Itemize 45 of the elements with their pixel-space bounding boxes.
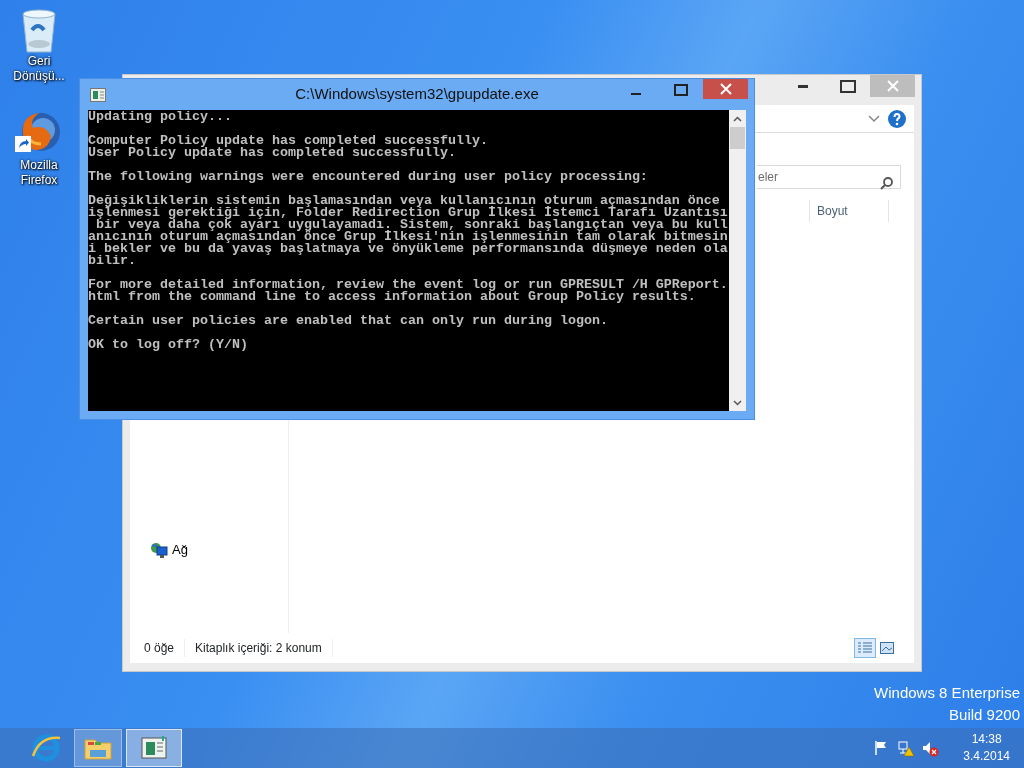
clock-time: 14:38 <box>970 731 1003 748</box>
help-icon[interactable] <box>888 109 906 128</box>
search-icon <box>880 175 894 190</box>
console-line: Değişikliklerin sistemin başlamasından veya kullanıcının oturum açmasından önce <box>88 195 720 207</box>
console-line: The following warnings were encountered during user policy processing: <box>88 171 649 183</box>
search-field[interactable]: eler <box>757 165 901 189</box>
list-icon <box>858 642 872 654</box>
image-icon <box>880 642 894 654</box>
maximize-icon <box>673 84 688 96</box>
icon-label[interactable]: Mozilla Firefox <box>4 158 74 188</box>
console-line: html from the command line to access information about Group Policy results. <box>88 291 696 303</box>
taskbar-button[interactable] <box>126 729 182 767</box>
window-title: C:\Windows\system32\gpupdate.exe <box>294 84 540 105</box>
console-line: işlenmesi gerektiği için, Folder Redirection Grup İlkesi İstemci Tarafı Uzantısı <box>88 207 728 219</box>
status-text: 0 öğe <box>144 639 186 657</box>
close-button[interactable] <box>703 79 748 99</box>
e-logo-icon <box>30 732 62 764</box>
console-line: User Policy update has completed successfully. <box>88 147 456 159</box>
close-icon <box>886 80 899 92</box>
minimize-icon <box>797 84 808 88</box>
console-line: i bekler ve bu da yavaş başlatmaya ve önyükleme performansında düşmeye neden ola <box>88 243 728 255</box>
edition-text: Windows 8 Enterprise <box>874 683 1020 703</box>
network-warning-icon[interactable] <box>897 739 916 757</box>
console-line: Computer Policy update has completed successfully. <box>88 135 489 147</box>
console-line: bir veya daha çok ayarı uygulayamadı. Sistem, sonraki başlangıçtan veya bu kull <box>96 219 728 231</box>
console-icon <box>90 88 106 103</box>
console-line: For more detailed information, review the event log or run GPRESULT /H GPReport. <box>88 279 728 291</box>
nav-item[interactable]: Ağ <box>150 540 188 560</box>
console-line: bilir. <box>88 255 137 267</box>
console-line: Certain user policies are enabled that can only run during logon. <box>88 315 609 327</box>
maximize-icon <box>839 79 856 93</box>
console-line: OK to log off? (Y/N) <box>88 339 249 351</box>
network-icon <box>150 541 168 558</box>
edition-text: Build 9200 <box>948 705 1020 725</box>
console-line: Updating policy... <box>88 111 233 123</box>
icon-label[interactable]: Geri Dönüşü... <box>4 54 74 84</box>
clock-date: 3.4.2014 <box>963 748 1010 765</box>
status-text: Kitaplık içeriği: 2 konum <box>195 639 333 657</box>
scrollbar-thumb[interactable] <box>730 127 745 149</box>
chevron-icon[interactable] <box>868 114 880 123</box>
close-icon <box>719 83 732 95</box>
console-line: anıcının oturum açmasından önce Grup İlkesi'nin işlenmesinin tam olarak bitmesin <box>88 231 728 243</box>
column-header[interactable]: Boyut <box>809 200 889 222</box>
minimize-icon <box>630 93 641 95</box>
clock[interactable]: 14:38 3.4.2014 <box>963 731 1010 765</box>
